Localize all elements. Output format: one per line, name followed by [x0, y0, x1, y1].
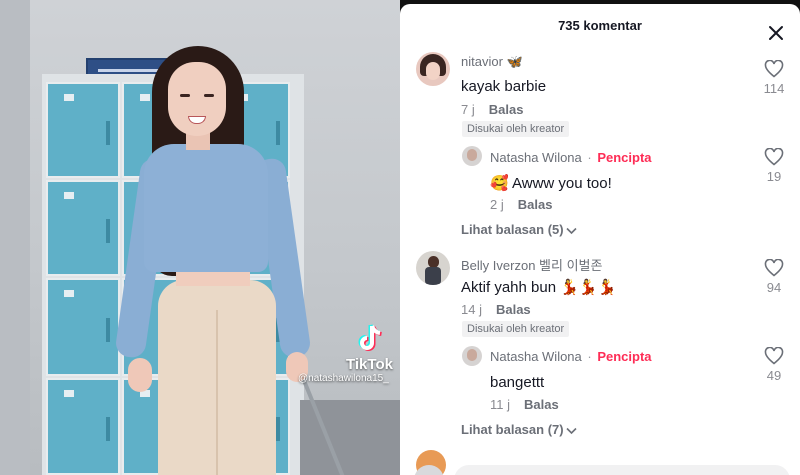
comment-username[interactable]: nitavior 🦋	[461, 54, 523, 70]
comment-input[interactable]	[454, 465, 790, 475]
reply-button[interactable]: Balas	[496, 302, 531, 317]
comments-panel: 735 komentar nitavior 🦋 kayak barbie 7 j…	[400, 4, 800, 475]
avatar[interactable]	[416, 52, 450, 86]
view-replies-button[interactable]: Lihat balasan (5)	[461, 222, 577, 237]
reply-time: 11 j	[490, 397, 510, 412]
comment-input-bar	[400, 459, 800, 475]
like-count: 114	[763, 81, 785, 96]
tiktok-logo-icon	[358, 324, 382, 351]
like-heart-icon[interactable]	[764, 60, 784, 78]
like-count: 19	[766, 169, 782, 184]
chevron-down-icon	[566, 427, 577, 434]
reply-button[interactable]: Balas	[518, 197, 553, 212]
like-heart-icon[interactable]	[764, 259, 784, 277]
reply-meta: 11 j Balas	[490, 397, 559, 412]
reply-text: 🥰 Awww you too!	[490, 175, 612, 192]
chevron-down-icon	[566, 227, 577, 234]
comment-text: kayak barbie	[461, 78, 547, 95]
creator-label: Pencipta	[597, 150, 652, 165]
comment-time: 7 j	[461, 102, 475, 117]
avatar	[414, 465, 444, 475]
reply-button[interactable]: Balas	[489, 102, 524, 117]
reply-username[interactable]: Natasha Wilona · Pencipta	[490, 349, 652, 364]
reply-button[interactable]: Balas	[524, 397, 559, 412]
video-player[interactable]: TikTok @natashawilona15_	[0, 0, 400, 475]
comment-username[interactable]: Belly Iverzon 벨리 이벌존	[461, 255, 602, 274]
reply-text: bangettt	[490, 374, 545, 391]
avatar[interactable]	[462, 146, 482, 166]
comment-meta: 14 j Balas	[461, 302, 531, 317]
comment-text: Aktif yahh bun 💃💃💃	[461, 279, 617, 296]
tiktok-watermark-user: @natashawilona15_	[298, 373, 389, 384]
liked-by-creator-badge: Disukai oleh kreator	[462, 121, 570, 137]
view-replies-button[interactable]: Lihat balasan (7)	[461, 422, 577, 437]
reply-username[interactable]: Natasha Wilona · Pencipta	[490, 150, 652, 165]
video-subject	[114, 40, 318, 475]
close-icon[interactable]	[768, 25, 784, 41]
creator-label: Pencipta	[597, 349, 652, 364]
reply-time: 2 j	[490, 197, 504, 212]
wall	[0, 0, 30, 475]
tiktok-watermark-name: TikTok	[346, 356, 393, 373]
avatar[interactable]	[462, 346, 482, 366]
comment-time: 14 j	[461, 302, 482, 317]
like-count: 49	[766, 368, 782, 383]
liked-by-creator-badge: Disukai oleh kreator	[462, 321, 570, 337]
like-heart-icon[interactable]	[764, 347, 784, 365]
comment-meta: 7 j Balas	[461, 102, 523, 117]
like-heart-icon[interactable]	[764, 148, 784, 166]
comments-count-title: 735 komentar	[558, 18, 642, 33]
reply-meta: 2 j Balas	[490, 197, 552, 212]
avatar[interactable]	[416, 251, 450, 285]
like-count: 94	[766, 280, 782, 295]
